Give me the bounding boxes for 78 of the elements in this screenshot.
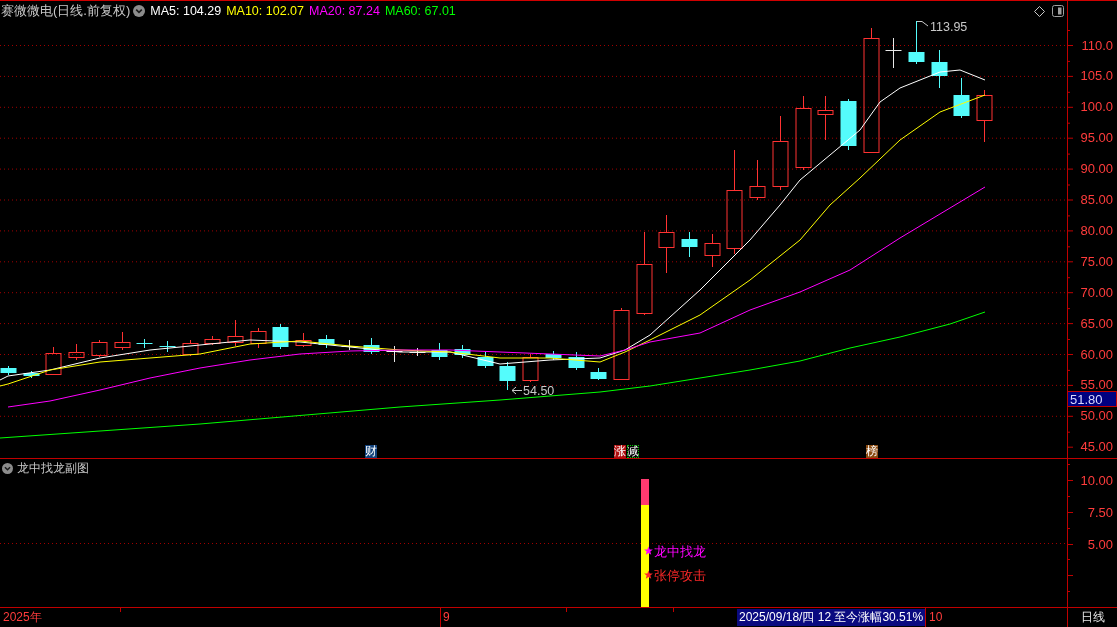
axis-label: 80.00: [1080, 222, 1113, 238]
axis-label: 90.00: [1080, 161, 1113, 177]
falling-candle: [568, 351, 585, 371]
indicator-value: MA20: 87.24: [309, 4, 380, 18]
month-label: 9: [443, 609, 450, 626]
axis-label: 110.0: [1081, 37, 1113, 53]
diamond-icon[interactable]: [1034, 5, 1045, 17]
leader-arrow: [511, 386, 523, 395]
axis-label: 50.00: [1080, 408, 1113, 424]
period-label[interactable]: 日线: [1080, 608, 1105, 627]
event-marker[interactable]: 榜: [866, 445, 878, 458]
dropdown-icon[interactable]: [133, 5, 146, 17]
axis-label: 45.00: [1080, 439, 1113, 455]
axis-label: 105.0: [1080, 68, 1113, 84]
doji-candle: [885, 37, 902, 69]
axis-label: 60.00: [1080, 346, 1113, 362]
falling-candle: [953, 77, 970, 119]
event-marker[interactable]: 涨: [614, 445, 626, 458]
leader-line: [916, 21, 929, 27]
falling-candle: [318, 334, 335, 349]
rising-candle: [976, 89, 993, 143]
falling-candle: [454, 344, 471, 359]
event-marker[interactable]: 财: [365, 445, 377, 458]
rising-candle: [749, 159, 766, 201]
falling-candle: [477, 351, 494, 369]
falling-candle: [840, 98, 857, 151]
falling-candle: [363, 337, 380, 355]
rising-candle: [250, 327, 267, 349]
price-label: 113.95: [930, 21, 968, 34]
axis-label: 5.00: [1087, 536, 1113, 552]
year-label: 2025年: [3, 609, 42, 626]
rising-candle: [295, 332, 312, 348]
rising-candle: [182, 339, 199, 357]
rising-candle: [658, 214, 675, 274]
axis-label: 100.0: [1080, 99, 1113, 115]
axis-label: 70.00: [1080, 284, 1113, 300]
axis-label: 55.00: [1080, 377, 1113, 393]
rising-candle: [522, 353, 539, 383]
panel-toggle-icon[interactable]: [1052, 5, 1064, 17]
axis-label: 7.50: [1087, 504, 1113, 520]
rising-candle: [68, 343, 85, 361]
falling-candle: [499, 361, 516, 391]
cursor-price-label: 51.80: [1067, 391, 1117, 407]
price-label: 54.50: [523, 384, 555, 398]
month-label: 10: [929, 609, 943, 626]
falling-candle: [23, 370, 40, 379]
rising-candle: [114, 331, 131, 351]
falling-candle: [272, 323, 289, 350]
axis-label: 85.00: [1080, 192, 1113, 207]
rising-candle: [704, 233, 721, 268]
dropdown-icon[interactable]: [2, 462, 13, 474]
indicator-value: MA60: 67.01: [384, 4, 456, 18]
falling-candle: [931, 49, 948, 89]
falling-candle: [590, 367, 607, 381]
rising-candle: [817, 95, 834, 141]
falling-candle: [681, 231, 698, 258]
axis-label: 75.00: [1080, 253, 1113, 269]
status-info: 2025/09/18/四 12 至今涨幅30.51%: [737, 609, 926, 626]
indicator-value: MA5: 104.29: [150, 4, 222, 18]
sub-chart-title: 龙中找龙副图: [17, 459, 89, 477]
doji-candle: [159, 340, 176, 353]
indicator-value: MA10: 102.07: [226, 4, 304, 18]
rising-candle: [45, 346, 62, 376]
falling-candle: [431, 342, 448, 361]
axis-label: 10.00: [1080, 473, 1113, 488]
signal-label: 张停攻击: [654, 568, 706, 583]
falling-candle: [0, 365, 17, 376]
rising-candle: [91, 339, 108, 358]
signal-label: 龙中找龙: [654, 544, 706, 559]
falling-candle: [545, 350, 562, 361]
doji-candle: [136, 338, 153, 349]
rising-candle: [204, 335, 221, 346]
rising-candle: [227, 319, 244, 347]
axis-label: 95.00: [1080, 130, 1113, 146]
stock-title: 赛微微电(日线.前复权): [1, 2, 131, 20]
axis-label: 65.00: [1080, 315, 1113, 331]
falling-candle: [908, 21, 925, 65]
event-marker[interactable]: 减: [627, 445, 639, 458]
